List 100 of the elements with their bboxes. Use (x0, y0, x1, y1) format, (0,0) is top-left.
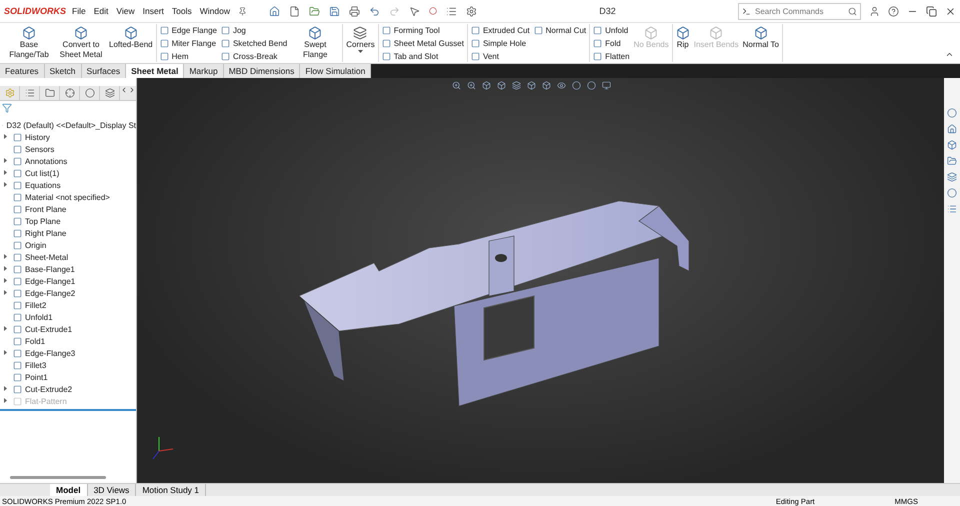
tree-item[interactable]: Edge-Flange3 (25, 348, 76, 358)
ribbon-button[interactable]: Unfold (593, 24, 630, 36)
tree-item[interactable]: Unfold1 (25, 312, 53, 322)
ribbon-button[interactable]: Edge Flange (160, 24, 217, 36)
box-icon (22, 26, 36, 40)
tree-item[interactable]: Cut-Extrude1 (25, 324, 72, 334)
window-title: D32 (598, 6, 617, 16)
ribbon-button[interactable]: Simple Hole (470, 37, 530, 49)
expand-caret-icon[interactable] (4, 266, 7, 270)
ribbon-button[interactable]: Forming Tool (382, 24, 464, 36)
chevron-right-icon (128, 86, 136, 94)
crosshair-icon (64, 88, 74, 98)
expand-caret-icon[interactable] (4, 158, 7, 162)
ribbon-button[interactable]: Base Flange/Tab (5, 24, 53, 62)
ribbon-button[interactable]: Extruded Cut (470, 24, 530, 36)
square-icon (382, 26, 391, 34)
ribbon-button[interactable]: Lofted-Bend (109, 24, 153, 62)
tree-item[interactable]: Fillet2 (25, 300, 46, 310)
tree-item[interactable]: History (25, 132, 50, 142)
bottom-tab[interactable]: 3D Views (88, 484, 136, 496)
expand-caret-icon[interactable] (4, 326, 7, 330)
tree-item[interactable]: Front Plane (25, 204, 66, 214)
box-icon (308, 26, 322, 40)
ribbon-button[interactable]: Hem (160, 50, 217, 62)
box-icon (482, 81, 491, 90)
circle-icon (84, 88, 94, 98)
square-icon (220, 26, 230, 34)
square-icon (160, 38, 169, 48)
ribbon-button[interactable]: Tab and Slot (382, 50, 464, 62)
chevron-left-icon (120, 86, 128, 94)
save-icon (328, 6, 340, 16)
ribbon-button[interactable]: Rip (676, 24, 690, 62)
terminal-icon (742, 6, 751, 16)
ribbon-button[interactable]: Vent (470, 50, 530, 62)
expand-caret-icon[interactable] (4, 182, 7, 186)
tree-item[interactable]: Sensors (25, 144, 54, 154)
expand-caret-icon[interactable] (4, 278, 7, 282)
tree-item[interactable]: Origin (25, 240, 46, 250)
box-icon (74, 26, 88, 40)
tree-root[interactable]: D32 (Default) <<Default>_Display St (6, 120, 136, 130)
ribbon-dropdown-button[interactable]: Corners (346, 24, 375, 62)
tree-item[interactable]: Equations (25, 180, 61, 190)
square-icon (382, 38, 391, 48)
tab[interactable]: Sketch (44, 64, 82, 78)
circle-icon (587, 81, 596, 90)
box-icon (676, 26, 690, 40)
tree-item[interactable]: Top Plane (25, 216, 61, 226)
box-icon (644, 26, 658, 40)
circle-icon (947, 188, 957, 198)
tree-item[interactable]: Annotations (25, 156, 68, 166)
square-icon (593, 26, 602, 34)
expand-caret-icon[interactable] (4, 398, 7, 402)
expand-caret-icon[interactable] (4, 170, 7, 174)
tree-item[interactable]: Fillet3 (25, 360, 46, 370)
tab[interactable]: Flow Simulation (300, 64, 372, 78)
ribbon-button[interactable]: Normal To (742, 24, 779, 62)
ribbon-button[interactable]: Convert to Sheet Metal (57, 24, 105, 62)
ribbon-button[interactable]: Normal Cut (534, 24, 586, 36)
tree-item[interactable]: Fold1 (25, 336, 46, 346)
expand-caret-icon[interactable] (4, 350, 7, 354)
menu-item[interactable]: View (116, 6, 135, 16)
traffic-light-icon (428, 7, 437, 15)
menu-item[interactable]: Edit (94, 6, 108, 16)
expand-caret-icon[interactable] (4, 254, 7, 258)
tab[interactable]: Markup (184, 64, 224, 78)
home-icon (947, 124, 957, 134)
tree-item[interactable]: Cut list(1) (25, 168, 60, 178)
scrollbar[interactable] (10, 476, 106, 479)
menu-item[interactable]: File (72, 6, 86, 16)
monitor-icon (602, 81, 611, 90)
tab[interactable]: MBD Dimensions (224, 64, 300, 78)
ribbon-button[interactable]: Sketched Bend (220, 37, 288, 49)
menu-item[interactable]: Insert (142, 6, 164, 16)
expand-caret-icon[interactable] (4, 386, 7, 390)
tree-item[interactable]: Edge-Flange2 (25, 288, 76, 298)
tree-item[interactable]: Point1 (25, 372, 48, 382)
expand-caret-icon[interactable] (4, 134, 7, 138)
bottom-tab[interactable]: Model (50, 484, 88, 496)
ribbon-button[interactable]: Sheet Metal Gusset (382, 37, 464, 49)
search-field[interactable]: Search Commands (738, 2, 861, 20)
ribbon-button[interactable]: Miter Flange (160, 37, 217, 49)
ribbon-button[interactable]: Swept Flange (291, 24, 340, 62)
tree-item[interactable]: Base-Flange1 (25, 264, 75, 274)
tree-item[interactable]: Sheet-Metal (25, 252, 68, 262)
menu-item[interactable]: Window (200, 6, 230, 16)
ribbon-button[interactable]: Flatten (593, 50, 630, 62)
tree-item[interactable]: Edge-Flange1 (25, 276, 76, 286)
expand-caret-icon[interactable] (4, 290, 7, 294)
ribbon-button[interactable]: Cross-Break (220, 50, 288, 62)
tab[interactable]: Features (0, 64, 45, 78)
tab[interactable]: Sheet Metal (126, 64, 184, 78)
ribbon-button[interactable]: Jog (220, 24, 288, 36)
settings-icon (4, 88, 14, 98)
help-icon (888, 6, 899, 16)
tree-item[interactable]: Cut-Extrude2 (25, 384, 72, 394)
tree-item[interactable]: Material <not specified> (25, 192, 110, 202)
tree-item[interactable]: Right Plane (25, 228, 66, 238)
tab[interactable]: Surfaces (82, 64, 126, 78)
ribbon-button[interactable]: Fold (593, 37, 630, 49)
menu-item[interactable]: Tools (172, 6, 192, 16)
